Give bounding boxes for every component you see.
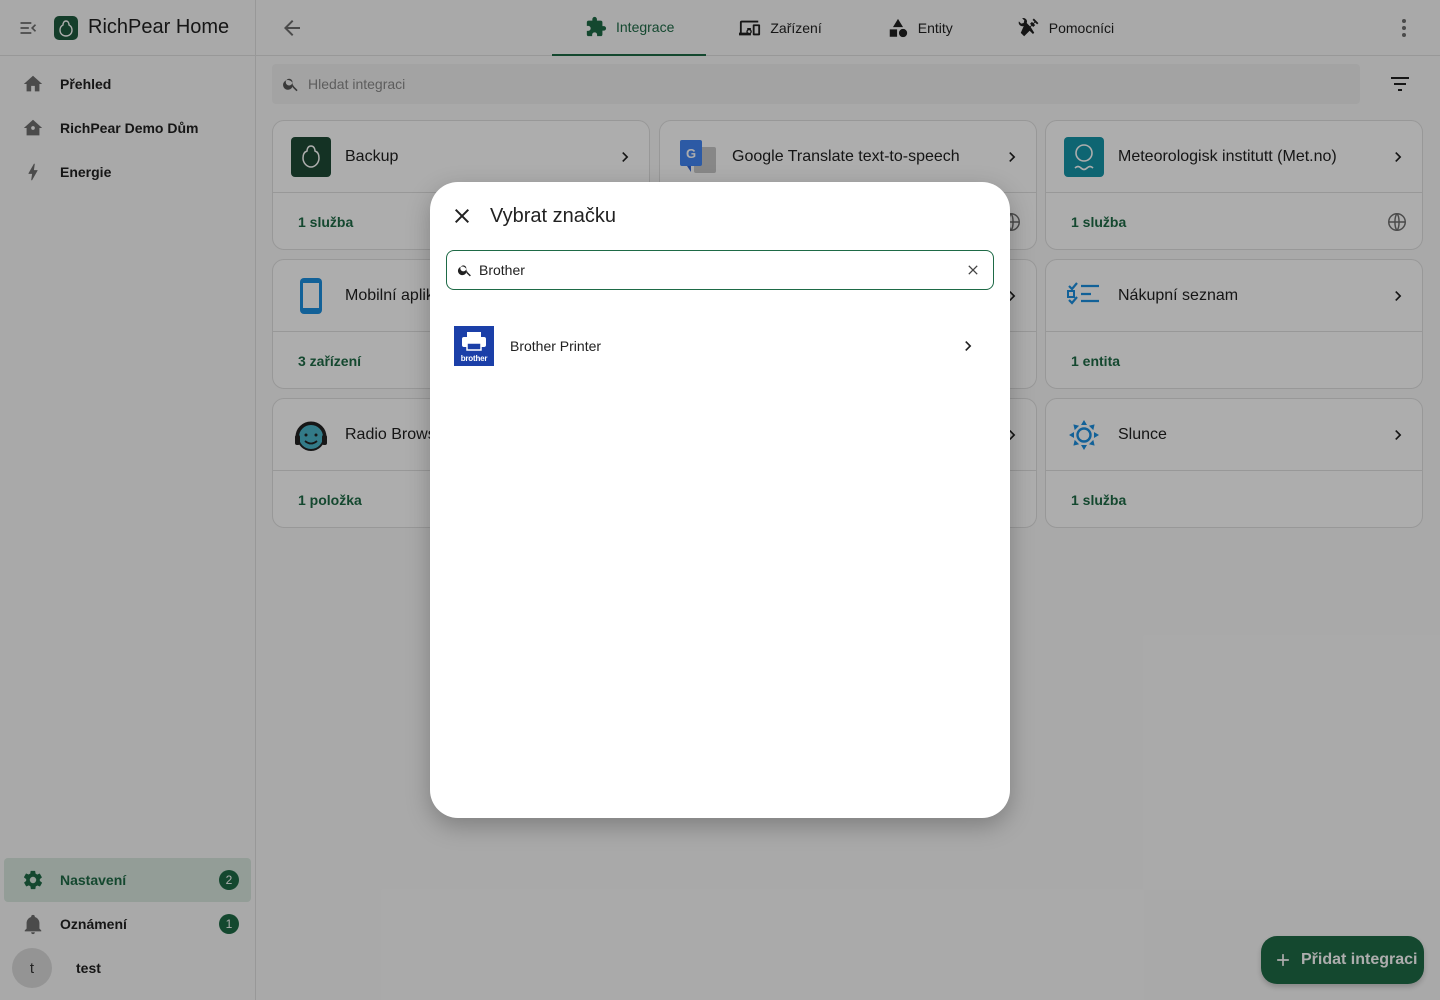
- brother-logo-icon: brother: [454, 326, 494, 366]
- dialog-title: Vybrat značku: [490, 205, 616, 227]
- brand-result-item[interactable]: brother Brother Printer: [446, 318, 994, 374]
- brand-logo-text: brother: [460, 354, 488, 363]
- search-icon: [457, 262, 473, 278]
- brand-result-name: Brother Printer: [510, 338, 602, 354]
- brand-search-field: [446, 250, 994, 290]
- brand-search-input[interactable]: [479, 262, 949, 278]
- clear-search-icon[interactable]: [965, 262, 981, 278]
- brand-picker-dialog: Vybrat značku brother Brother Printer: [430, 182, 1010, 818]
- chevron-right-icon: [958, 336, 978, 356]
- close-icon[interactable]: [450, 204, 474, 228]
